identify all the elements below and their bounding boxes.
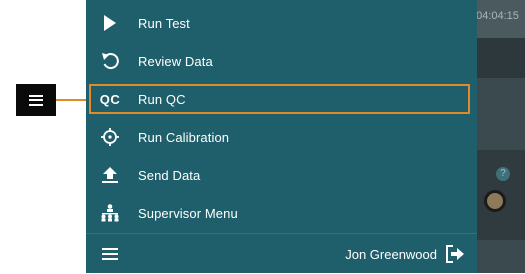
highlight-box bbox=[89, 84, 470, 114]
menu-item-label: Supervisor Menu bbox=[138, 205, 238, 221]
menu-item-label: Review Data bbox=[138, 53, 213, 69]
menu-item-supervisor-menu[interactable]: Supervisor Menu bbox=[86, 194, 477, 232]
callout-line bbox=[56, 99, 89, 101]
crosshair-icon bbox=[86, 118, 134, 156]
hamburger-icon[interactable] bbox=[86, 234, 134, 274]
upload-icon bbox=[86, 156, 134, 194]
logout-icon[interactable] bbox=[445, 244, 465, 264]
background-band bbox=[470, 38, 525, 78]
background-time: 04:04:15 bbox=[476, 10, 519, 22]
menu-item-label: Send Data bbox=[138, 167, 201, 183]
menu-item-label: Run Test bbox=[138, 15, 190, 31]
menu-item-label: Run Calibration bbox=[138, 129, 230, 145]
menu-footer: Jon Greenwood bbox=[86, 233, 477, 274]
help-icon: ? bbox=[496, 167, 510, 181]
callout-hamburger-icon bbox=[16, 84, 56, 116]
menu-item-run-calibration[interactable]: Run Calibration bbox=[86, 118, 477, 156]
menu-item-send-data[interactable]: Send Data bbox=[86, 156, 477, 194]
background-app: 04:04:15 ? bbox=[470, 0, 525, 273]
play-icon bbox=[86, 4, 134, 42]
menu-item-review-data[interactable]: Review Data bbox=[86, 42, 477, 80]
user-name: Jon Greenwood bbox=[345, 247, 437, 262]
knob-icon bbox=[484, 190, 506, 212]
hierarchy-icon bbox=[86, 194, 134, 232]
main-menu: Run Test Review Data QC Run QC Run Calib… bbox=[86, 0, 477, 273]
menu-item-run-test[interactable]: Run Test bbox=[86, 4, 477, 42]
undo-arrow-icon bbox=[86, 42, 134, 80]
